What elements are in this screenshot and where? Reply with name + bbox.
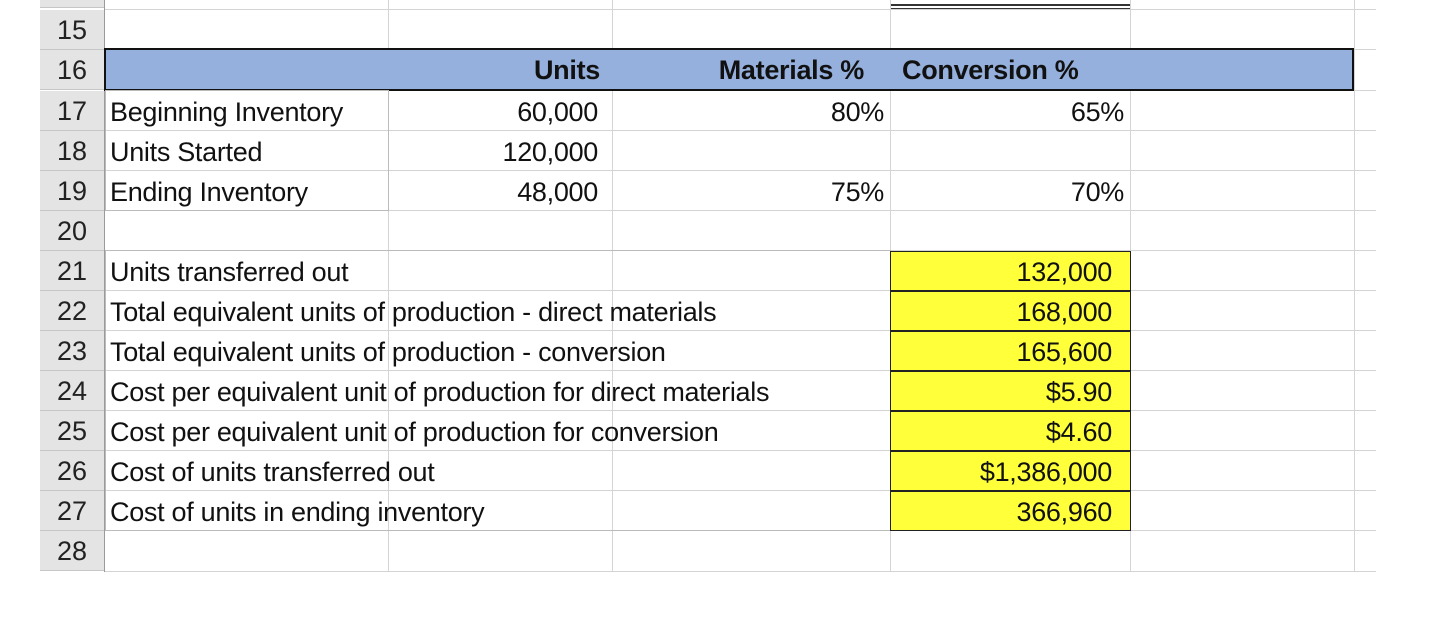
result-label[interactable]: Cost per equivalent unit of production f… [104,372,890,412]
row-header-20[interactable]: 20 [40,211,104,251]
gridline [104,9,1376,10]
label-cell[interactable]: Units Started [104,132,388,172]
materials-cell[interactable]: 80% [612,92,890,132]
row-header-21[interactable]: 21 [40,251,104,291]
conversion-cell[interactable]: 65% [890,92,1130,132]
result-value-highlight[interactable]: $1,386,000 [890,451,1131,491]
gridline [104,571,1376,572]
label-cell[interactable]: Beginning Inventory [104,92,388,132]
row-header-22[interactable]: 22 [40,291,104,331]
result-label[interactable]: Cost per equivalent unit of production f… [104,412,890,452]
result-value-highlight[interactable]: $4.60 [890,411,1131,451]
result-value-highlight[interactable]: 366,960 [890,491,1131,531]
row-header-27[interactable]: 27 [40,491,104,531]
units-cell[interactable]: 60,000 [388,92,612,132]
result-value-highlight[interactable]: 165,600 [890,331,1131,371]
units-cell[interactable]: 120,000 [388,132,612,172]
result-label[interactable]: Cost of units in ending inventory [104,492,890,532]
conversion-pct-header[interactable]: Conversion % [890,50,1130,90]
units-cell[interactable]: 48,000 [388,172,612,212]
spreadsheet-grid: 15 16 17 18 19 20 21 22 23 24 25 26 27 2… [40,0,1376,572]
units-header[interactable]: Units [388,50,612,90]
row-header-17[interactable]: 17 [40,91,104,131]
gridline [1354,0,1355,572]
row-header-19[interactable]: 19 [40,171,104,211]
row-header-26[interactable]: 26 [40,451,104,491]
result-label[interactable]: Total equivalent units of production - c… [104,332,890,372]
row-header-28[interactable]: 28 [40,531,104,571]
materials-cell[interactable] [612,132,890,172]
result-label[interactable]: Cost of units transferred out [104,452,890,492]
row-header-16[interactable]: 16 [40,50,104,90]
result-value-highlight[interactable]: $5.90 [890,371,1131,411]
result-value-highlight[interactable]: 168,000 [890,291,1131,331]
materials-pct-header[interactable]: Materials % [612,50,890,90]
label-cell[interactable]: Ending Inventory [104,172,388,212]
result-value-highlight[interactable]: 132,000 [890,251,1131,291]
row-header-14[interactable] [40,0,104,8]
conversion-cell[interactable] [890,132,1130,172]
result-label[interactable]: Units transferred out [104,252,890,292]
materials-cell[interactable]: 75% [612,172,890,212]
result-label[interactable]: Total equivalent units of production - d… [104,292,890,332]
row-header-24[interactable]: 24 [40,371,104,411]
row-header-23[interactable]: 23 [40,331,104,371]
row-header-15[interactable]: 15 [40,10,104,50]
row-header-18[interactable]: 18 [40,131,104,171]
row-header-25[interactable]: 25 [40,411,104,451]
conversion-cell[interactable]: 70% [890,172,1130,212]
double-underline-border [891,4,1131,6]
